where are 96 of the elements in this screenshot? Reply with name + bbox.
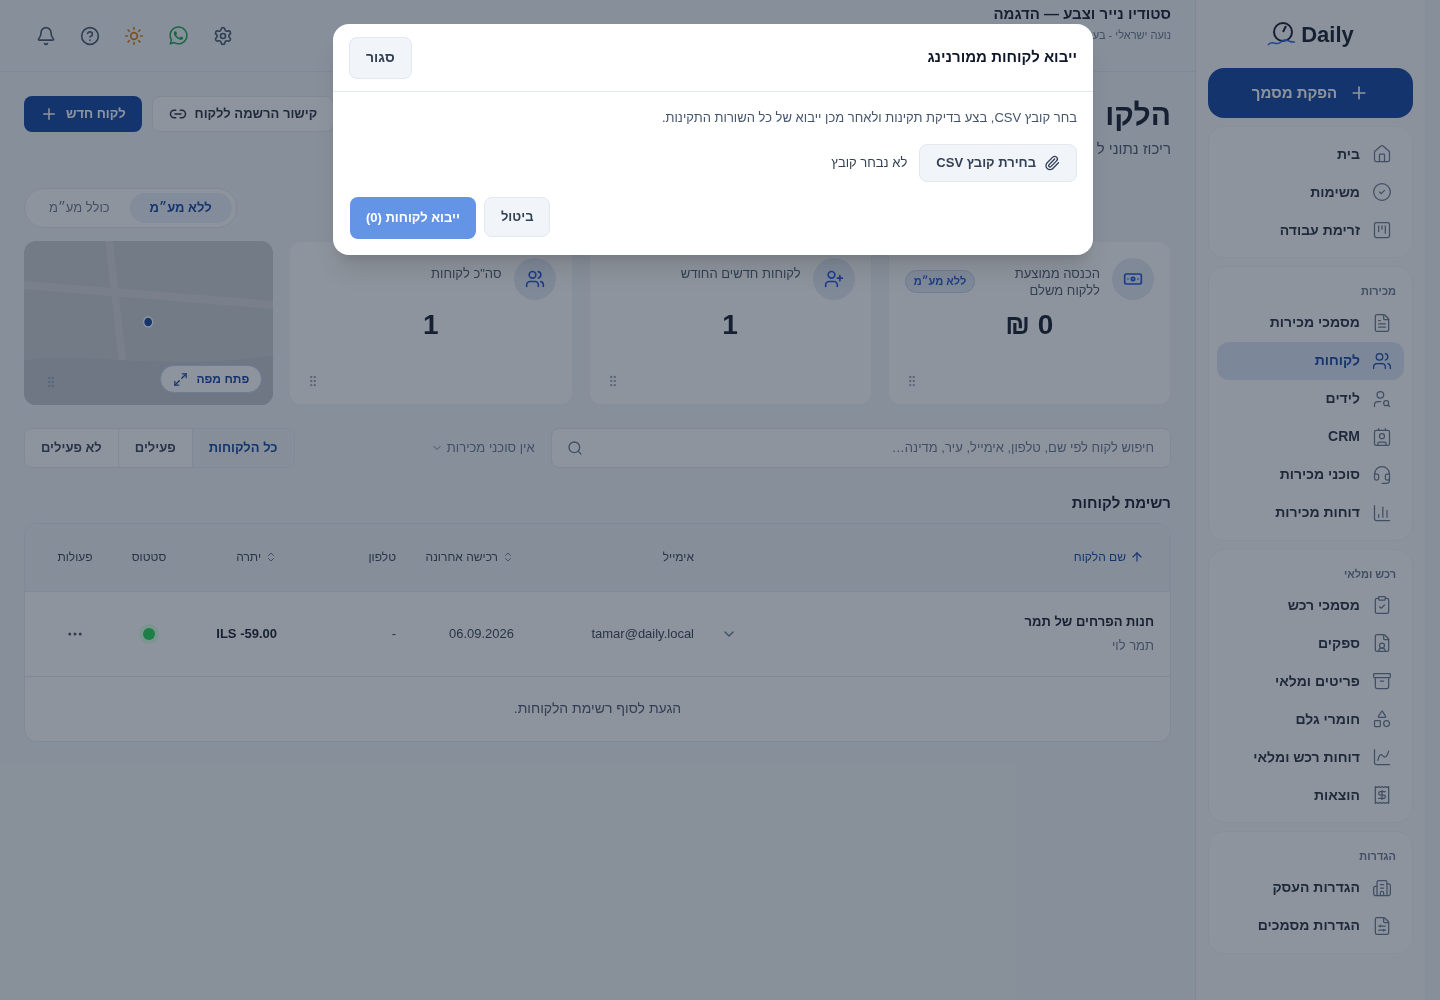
money-icon [1112, 258, 1154, 300]
paperclip-icon [1044, 154, 1060, 171]
document-settings-icon [1372, 915, 1392, 936]
search-icon [566, 440, 583, 456]
column-header: אימייל [661, 549, 695, 566]
users-icon [513, 258, 556, 300]
nav-item[interactable]: חומרי גלם [1217, 700, 1404, 738]
sort-icon [502, 551, 514, 563]
vat-toggle-option[interactable]: כולל מע״מ [29, 193, 130, 223]
new-customer-button[interactable]: לקוח חדש [24, 96, 142, 132]
nav-item[interactable]: זרימת עבודה [1217, 211, 1404, 249]
user-name: נועה ישראלי - בע [1091, 28, 1171, 43]
table-title: רשימת לקוחות [1070, 493, 1171, 513]
user-plus-icon [812, 258, 855, 300]
choose-file-button[interactable]: בחירת קובץ CSV [919, 143, 1077, 182]
search-field[interactable]: חיפוש לקוח לפי שם, טלפון, אימייל, עיר, מדינה… [550, 428, 1171, 468]
document-user-icon [1372, 633, 1392, 653]
table-cell-text: 06.09.2026 [447, 624, 515, 643]
stat-title: לקוחות חדשים החודש [679, 265, 801, 283]
nav-item[interactable]: דוחות מכירות [1217, 493, 1404, 532]
table-cell-text: tamar@daily.local [590, 624, 695, 643]
cancel-button[interactable]: ביטול [483, 197, 551, 237]
end-of-list-note: הגעת לסוף רשימת הלקוחות. [513, 699, 682, 718]
column-header: פעולות [56, 549, 94, 566]
nav-group-title: מכירות [1360, 284, 1397, 299]
shapes-icon [1372, 709, 1392, 729]
nav-item[interactable]: הוצאות [1217, 776, 1404, 814]
nav-group-title: הגדרות [1358, 849, 1397, 864]
line-chart-icon [1372, 747, 1392, 767]
table-cell-text: - [390, 624, 397, 643]
users-icon [1372, 350, 1392, 371]
logo-text: Daily [1301, 20, 1354, 49]
column-header[interactable]: שם הלקוח [754, 548, 1154, 566]
nav-item[interactable]: ספקים [1217, 624, 1404, 662]
nav-item[interactable]: סוכני מכירות [1217, 455, 1404, 494]
plus-icon [40, 105, 58, 123]
signup-link-button[interactable]: קישור הרשמה ללקוח [151, 96, 335, 132]
user-search-icon [1372, 388, 1392, 409]
page-title: הלקו [1104, 97, 1171, 133]
sort-up-icon [1130, 550, 1144, 564]
bar-chart-icon [1372, 502, 1392, 523]
vat-badge: ללא מע״מ [904, 270, 976, 293]
close-button[interactable]: סגור [349, 36, 412, 79]
nav-item[interactable]: הגדרות מסמכים [1217, 906, 1404, 945]
nav-item[interactable]: לקוחות [1217, 341, 1404, 380]
nav-item[interactable]: מסמכי מכירות [1217, 303, 1404, 342]
create-document-button[interactable]: הפקת מסמך [1208, 68, 1413, 118]
nav-item[interactable]: משימות [1217, 173, 1404, 211]
nav-group-title: רכש ומלאי [1342, 566, 1397, 582]
document-icon [1372, 312, 1392, 333]
kanban-icon [1372, 220, 1392, 240]
home-icon [1372, 144, 1392, 164]
logo-icon [1267, 21, 1298, 47]
receipt-icon [1372, 785, 1392, 805]
column-header: סטטוס [130, 549, 168, 566]
status-tab[interactable]: לא פעילים [25, 429, 118, 467]
check-circle-icon [1372, 182, 1392, 202]
nav-item[interactable]: הגדרות העסק [1217, 868, 1404, 907]
stat-value: 0 ₪ [1004, 308, 1055, 342]
business-name[interactable]: סטודיו נייר וצבע — הדגמה [993, 6, 1171, 21]
page-subtitle: ריכוז נתוני ל [1096, 138, 1171, 159]
expand-icon [173, 371, 189, 387]
file-status: לא נבחר קובץ [831, 153, 908, 172]
stat-title: הכנסה ממוצעת ללקוח משלם [1013, 265, 1100, 300]
contact-card-icon [1372, 426, 1392, 447]
stat-title: סה"כ לקוחות [430, 265, 502, 283]
customer-name: חנות הפרחים של תמר [1023, 613, 1154, 631]
dialog-title: ייבוא לקוחות ממורנינג [927, 47, 1077, 68]
nav-item[interactable]: מסמכי רכש [1217, 586, 1404, 624]
stat-value: 1 [721, 308, 739, 342]
nav-item[interactable]: דוחות רכש ומלאי [1217, 738, 1404, 776]
nav-item[interactable]: בית [1217, 135, 1404, 173]
vat-toggle-option[interactable]: ללא מע״מ [129, 193, 232, 223]
bell-icon[interactable] [36, 25, 56, 46]
column-header: טלפון [367, 549, 397, 566]
chat-bubble-icon[interactable] [168, 25, 189, 46]
status-tab[interactable]: פעילים [117, 429, 192, 467]
building-icon [1372, 877, 1392, 898]
open-map-button[interactable]: פתח מפה [160, 365, 263, 393]
headset-icon [1372, 464, 1392, 485]
nav-item[interactable]: CRM [1217, 417, 1404, 456]
table-cell-text: ILS -59.00 [215, 624, 278, 643]
archive-icon [1372, 671, 1392, 691]
contact-name: תמר לוי [1110, 636, 1154, 655]
column-header[interactable]: רכישה אחרונה [406, 548, 524, 566]
dialog-description: בחר קובץ CSV, בצע בדיקת תקינות ולאחר מכן ייבוא של כל השורות התקינות. [660, 109, 1077, 127]
sun-icon[interactable] [124, 25, 144, 46]
settings-icon[interactable] [213, 25, 233, 46]
sort-icon [265, 551, 277, 563]
column-header[interactable]: יתרה [189, 548, 287, 566]
help-icon[interactable] [80, 25, 100, 46]
clipboard-check-icon [1372, 595, 1392, 615]
status-tab[interactable]: כל הלקוחות [191, 429, 294, 467]
nav-item[interactable]: פריטים ומלאי [1217, 662, 1404, 700]
stat-value: 1 [422, 308, 440, 342]
nav-item[interactable]: לידים [1217, 379, 1404, 418]
